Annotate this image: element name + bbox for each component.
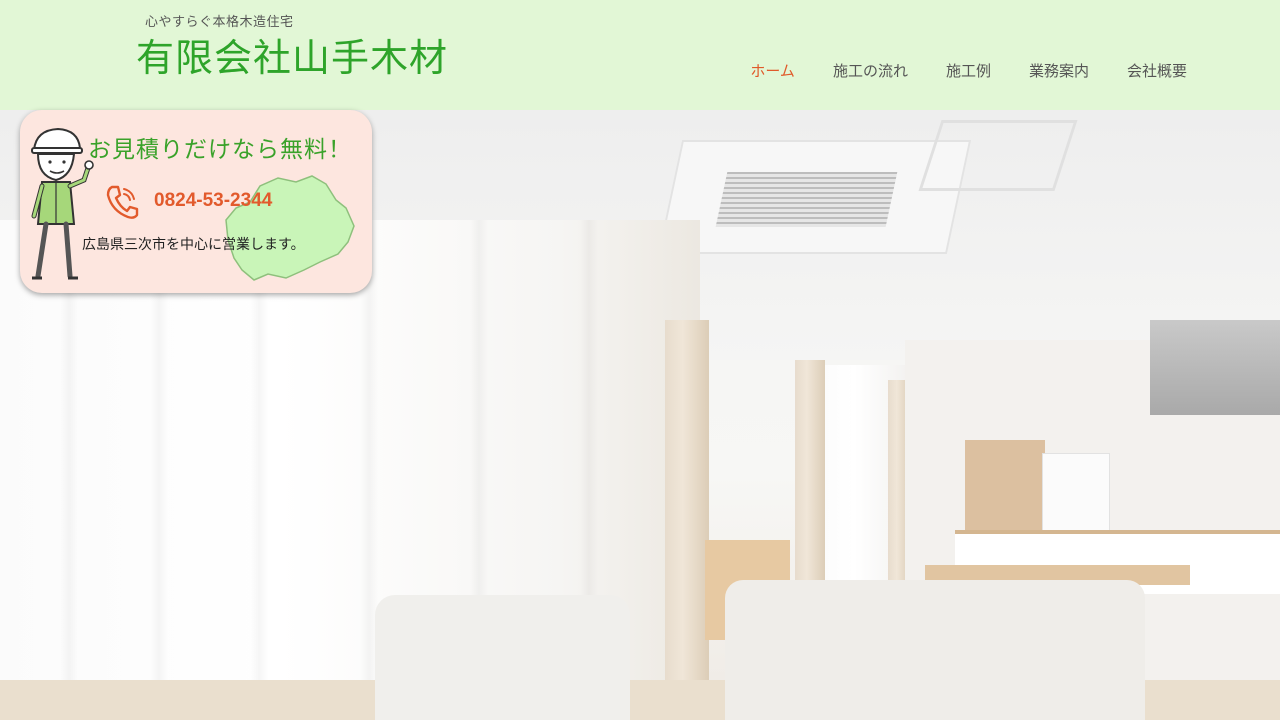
ceiling-panel [918,120,1078,191]
phone-number-link[interactable]: 0824-53-2344 [154,190,272,212]
air-conditioner [657,140,972,254]
prefecture-map-icon [225,175,355,281]
nav-item-company-profile[interactable]: 会社概要 [1127,60,1187,81]
range-hood [1150,320,1280,415]
refrigerator [1042,453,1110,535]
free-estimate-heading: お見積りだけなら無料！ [88,137,352,163]
armchair [375,595,630,720]
curtain-fold [150,220,168,720]
phone-icon [106,185,139,219]
air-conditioner-vent [715,172,898,227]
kitchen-shelf [965,440,1045,530]
main-nav: ホーム 施工の流れ 施工例 業務案内 会社概要 [712,60,1187,81]
nav-item-home[interactable]: ホーム [750,60,795,81]
site-title[interactable]: 有限会社山手木材 [136,36,448,82]
nav-item-services[interactable]: 業務案内 [1029,60,1089,81]
curtain-fold [250,220,268,720]
service-area-text: 広島県三次市を中心に営業します。 [82,237,305,253]
nav-item-construction-examples[interactable]: 施工例 [946,60,991,81]
site-header: 心やすらぐ本格木造住宅 有限会社山手木材 ホーム 施工の流れ 施工例 業務案内 … [0,0,1280,110]
nav-item-construction-flow[interactable]: 施工の流れ [833,60,908,81]
curtain-fold [60,220,78,720]
site-tagline: 心やすらぐ本格木造住宅 [145,15,294,30]
free-estimate-card: お見積りだけなら無料！ 0824-53-2344 広島県三次市を中心に営業します… [20,110,372,293]
sofa [725,580,1145,720]
curtain-drape [665,320,709,720]
